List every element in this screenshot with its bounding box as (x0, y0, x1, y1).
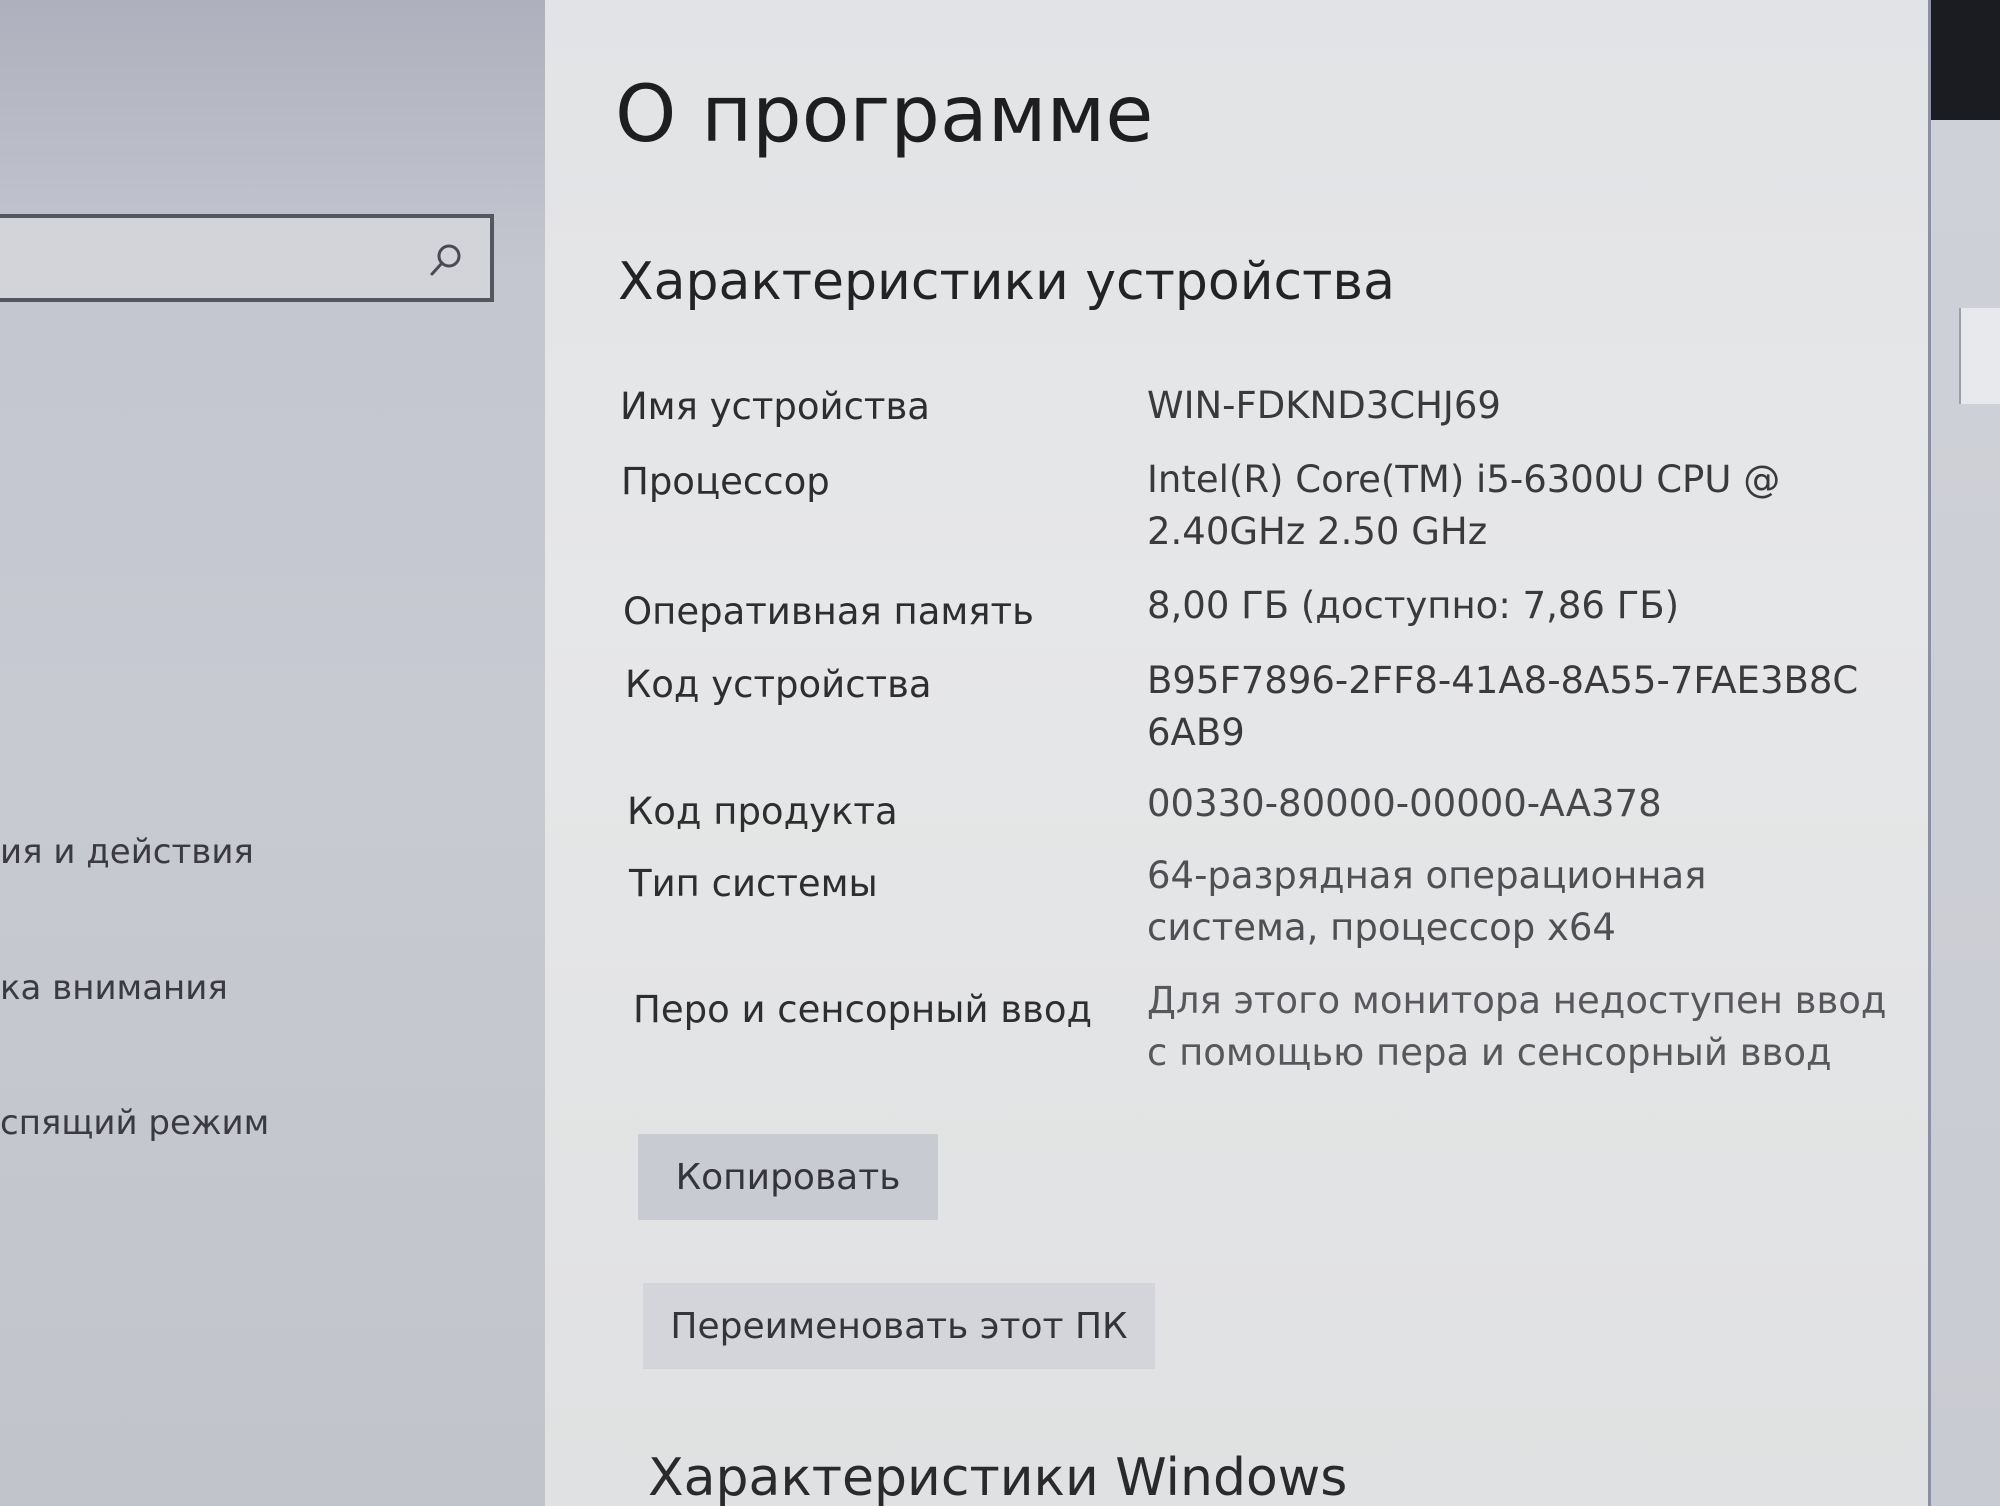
sidebar-item-power-sleep[interactable]: спящий режим (0, 1103, 269, 1143)
spec-label-product-id: Код продукта (627, 790, 898, 833)
spec-value-pen-touch: Для этого монитора недоступен ввод с пом… (1147, 979, 1887, 1074)
rename-pc-button[interactable]: Переименовать этот ПК (643, 1283, 1155, 1369)
spec-value-system-type: 64-разрядная операционная система, проце… (1147, 854, 1707, 949)
sidebar-item-notifications[interactable]: ия и действия (0, 832, 254, 872)
spec-value-device-name: WIN-FDKND3CHJ69 (1147, 384, 1501, 427)
search-input[interactable] (0, 214, 494, 302)
sidebar-item-focus-assist[interactable]: ка внимания (0, 968, 228, 1008)
spec-label-device-id: Код устройства (625, 663, 932, 706)
spec-value-processor: Intel(R) Core(TM) i5-6300U CPU @ 2.40GHz… (1147, 458, 1781, 553)
settings-window: ия и действия ка внимания спящий режим О… (0, 0, 2000, 1506)
adjacent-window-body (1931, 120, 2000, 1506)
section-title-device-specs: Характеристики устройства (618, 252, 1395, 312)
search-icon[interactable] (426, 240, 466, 280)
copy-button[interactable]: Копировать (638, 1134, 938, 1220)
spec-label-device-name: Имя устройства (620, 385, 930, 428)
spec-label-pen-touch: Перо и сенсорный ввод (633, 988, 1093, 1031)
spec-label-system-type: Тип системы (629, 862, 878, 905)
adjacent-window-button[interactable] (1959, 308, 2000, 404)
section-title-windows-specs: Характеристики Windows (648, 1448, 1348, 1506)
spec-label-processor: Процессор (621, 460, 830, 503)
adjacent-window-edge (1931, 0, 2000, 1506)
spec-value-ram: 8,00 ГБ (доступно: 7,86 ГБ) (1147, 584, 1680, 627)
spec-value-product-id: 00330-80000-00000-AA378 (1147, 782, 1662, 825)
left-navigation-pane: ия и действия ка внимания спящий режим (0, 0, 545, 1506)
spec-value-device-id: B95F7896-2FF8-41A8-8A55-7FAE3B8C6AB9 (1147, 659, 1859, 754)
spec-label-ram: Оперативная память (623, 590, 1034, 633)
page-title: О программе (615, 70, 1154, 160)
